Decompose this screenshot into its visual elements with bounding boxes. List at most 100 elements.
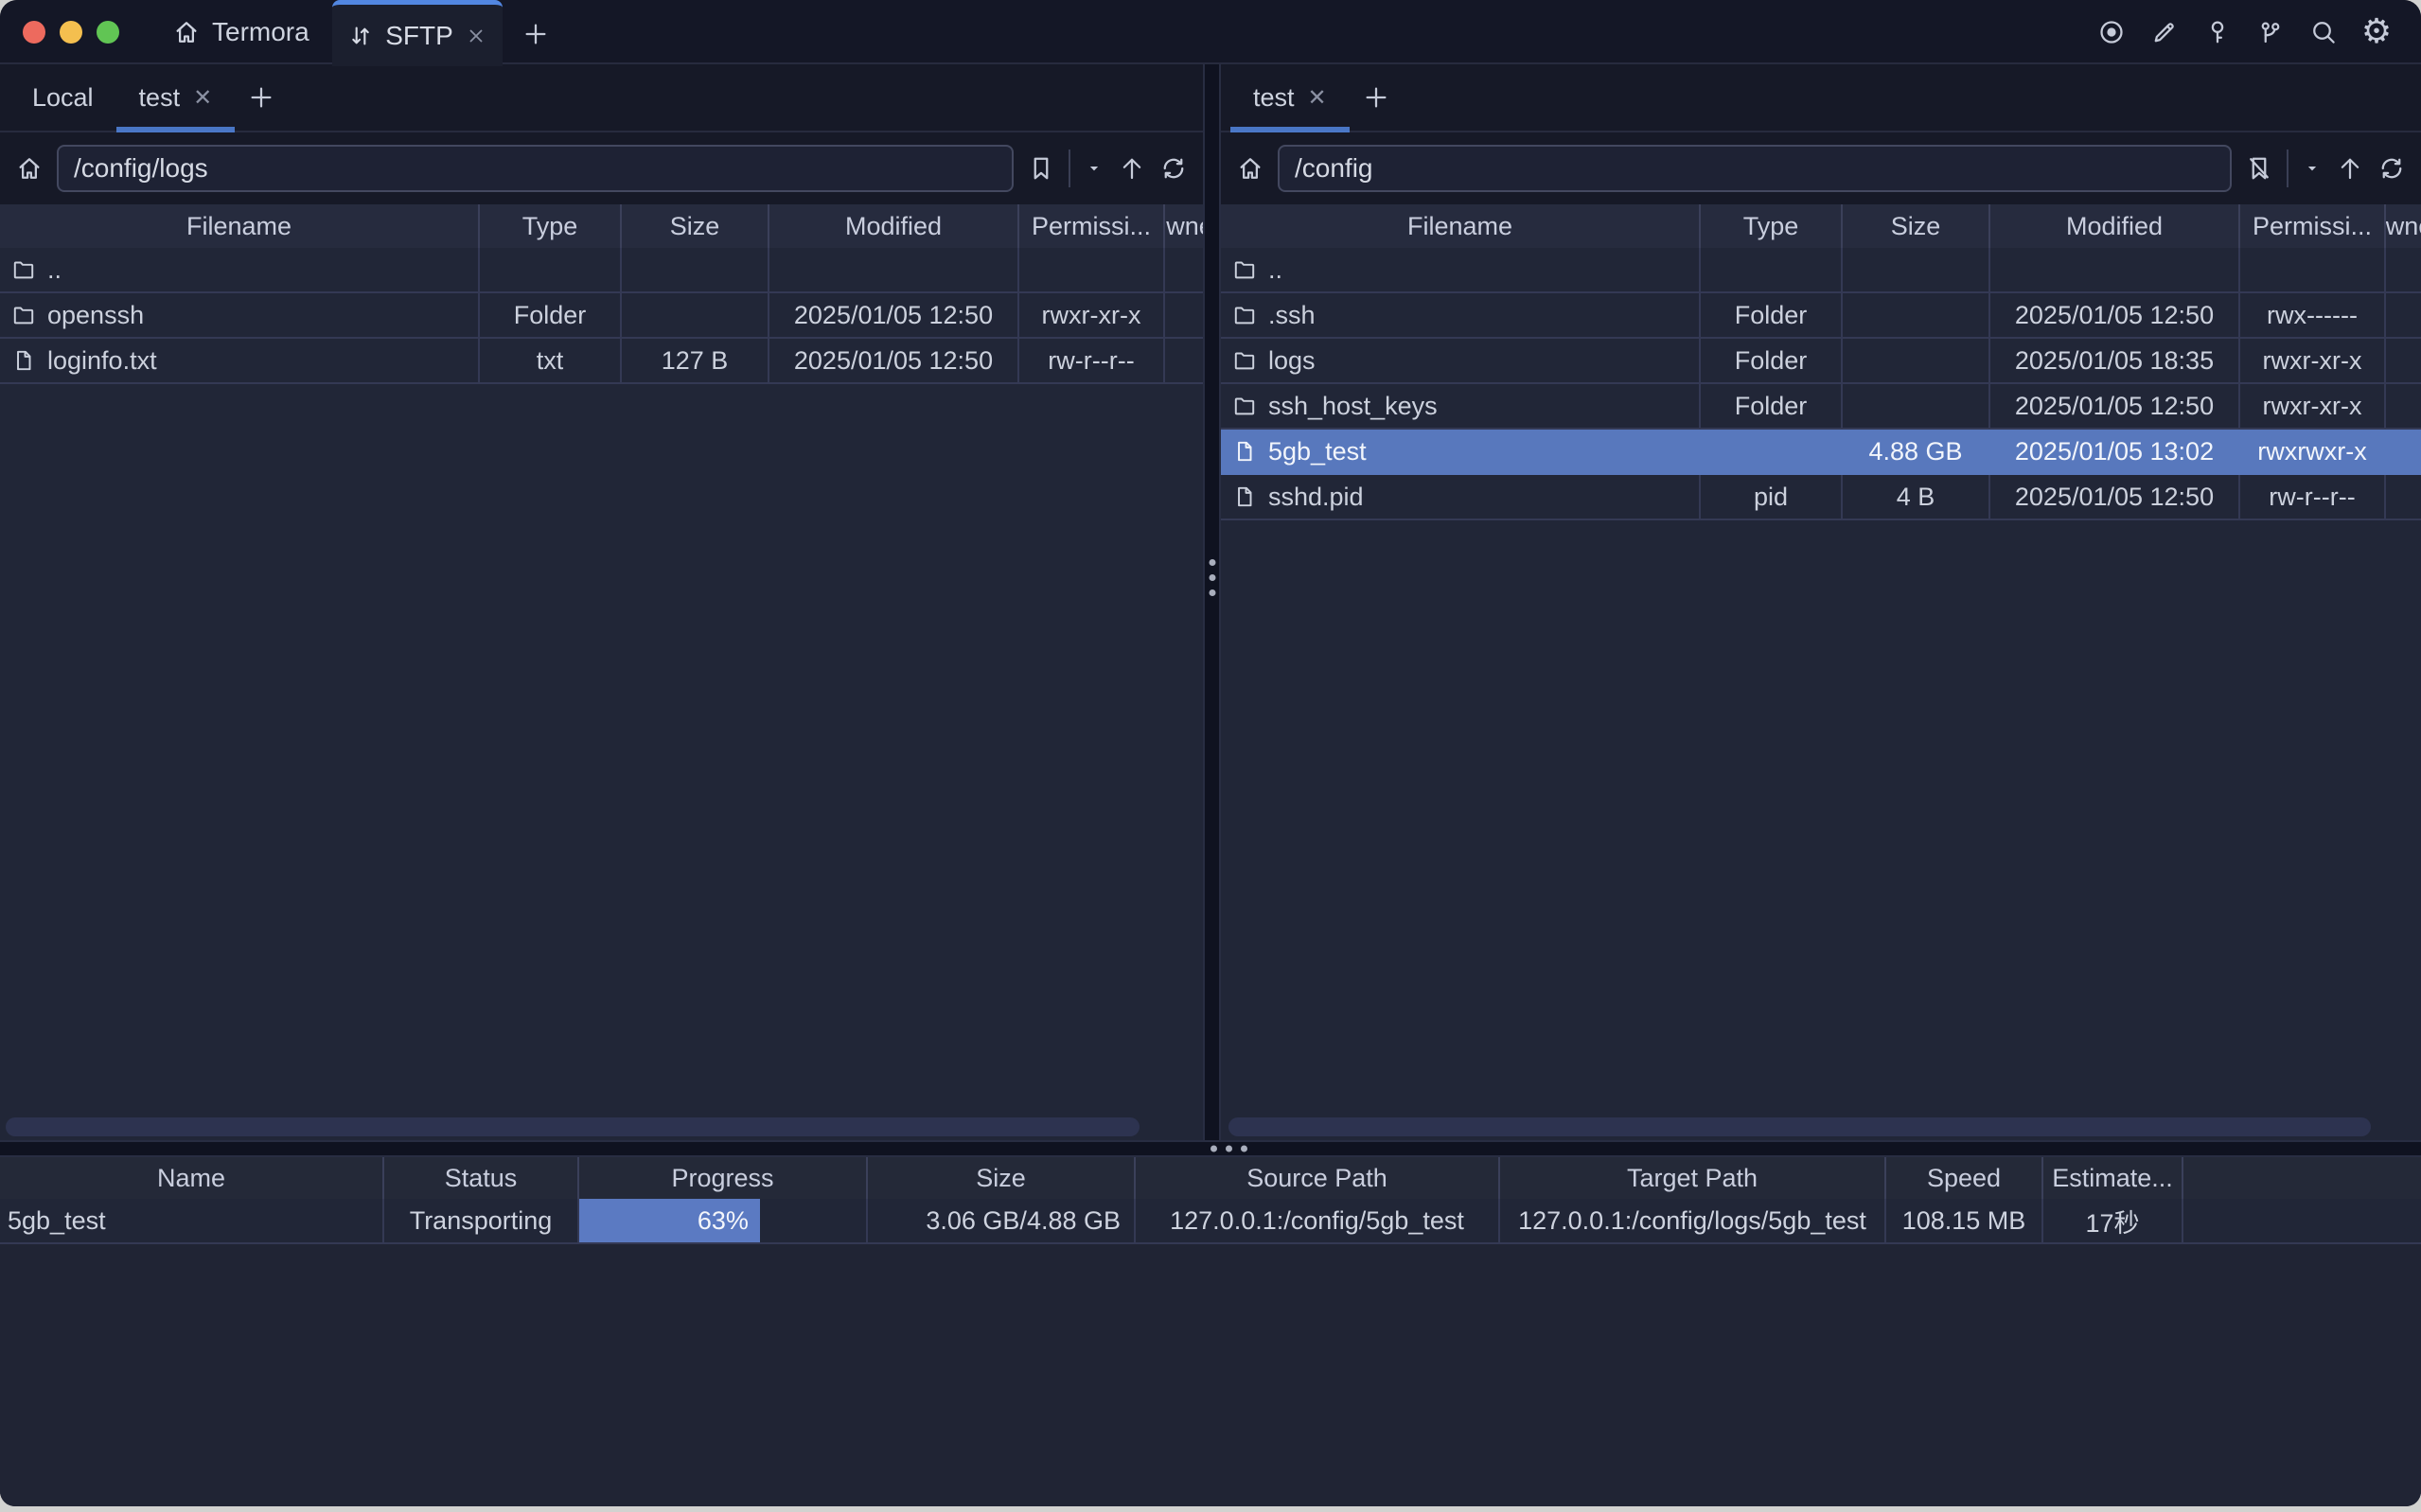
file-row-logs[interactable]: logsFolder2025/01/05 18:35rwxr-xr-x [1221,339,2421,384]
transfer-column-status[interactable]: Status [384,1157,579,1199]
record-icon[interactable] [2092,12,2131,52]
settings-icon[interactable]: ⚙ [2357,12,2396,52]
cell-filename[interactable]: logs [1221,339,1701,382]
cell-transfer-progress: 63% [579,1199,868,1242]
right-refresh-icon[interactable] [2377,154,2406,183]
cell-size: 127 B [622,339,769,382]
left-file-list: ..opensshFolder2025/01/05 12:50rwxr-xr-x… [0,248,1203,384]
file-icon [11,348,36,373]
cell-type [1701,430,1843,473]
transfer-column-speed[interactable]: Speed [1886,1157,2043,1199]
cell-type: Folder [1701,384,1843,428]
right-add-tab-button[interactable] [1350,64,1403,131]
cell-owner [1165,293,1203,337]
port-forward-icon[interactable] [2251,12,2290,52]
new-tab-button[interactable] [515,13,557,55]
right-empty-area [1221,520,2421,1114]
left-tabstrip: Local test ✕ [0,64,1203,132]
cell-modified: 2025/01/05 12:50 [1990,475,2240,519]
column-header-permissi[interactable]: Permissi... [2240,204,2386,248]
cell-filename[interactable]: loginfo.txt [0,339,480,382]
tab-sftp[interactable]: SFTP [332,0,503,66]
left-home-icon[interactable] [15,154,44,183]
file-icon [1232,439,1257,464]
left-bookmark-icon[interactable] [1027,154,1055,183]
cell-owner [2386,339,2421,382]
column-header-filename[interactable]: Filename [1221,204,1701,248]
file-row-openssh[interactable]: opensshFolder2025/01/05 12:50rwxr-xr-x [0,293,1203,339]
column-header-type[interactable]: Type [1701,204,1843,248]
cell-permissions [1019,248,1165,291]
pane-splitter-handle[interactable] [1209,559,1215,566]
cell-permissions: rwxrwxr-x [2240,430,2386,473]
transfer-column-source-path[interactable]: Source Path [1136,1157,1500,1199]
right-bookmark-caret-icon[interactable] [2302,158,2323,179]
column-header-size[interactable]: Size [622,204,769,248]
filename-label: .. [1268,255,1282,285]
transfer-column-name[interactable]: Name [0,1157,384,1199]
left-add-tab-button[interactable] [235,64,288,131]
left-tab-close-icon[interactable]: ✕ [193,84,212,112]
cell-filename[interactable]: .. [0,248,480,291]
transfer-column-estimate-[interactable]: Estimate... [2043,1157,2183,1199]
left-hscrollbar-thumb[interactable] [6,1117,1140,1136]
transfer-splitter[interactable] [0,1140,2421,1157]
left-refresh-icon[interactable] [1159,154,1188,183]
file-row-.ssh[interactable]: .sshFolder2025/01/05 12:50rwx------ [1221,293,2421,339]
cell-filename[interactable]: 5gb_test [1221,430,1701,473]
transfer-arrows-icon [347,23,374,49]
tab-close-icon[interactable] [465,25,487,47]
transfer-column-target-path[interactable]: Target Path [1500,1157,1886,1199]
cell-filename[interactable]: openssh [0,293,480,337]
column-header-modified[interactable]: Modified [769,204,1019,248]
column-header-owner[interactable]: Owner [2386,204,2421,248]
cell-filename[interactable]: .. [1221,248,1701,291]
key-icon[interactable] [2198,12,2237,52]
right-path-input[interactable] [1278,145,2232,192]
file-row-5gb_test[interactable]: 5gb_test4.88 GB2025/01/05 13:02rwxrwxr-x [1221,430,2421,475]
folder-icon [11,303,36,327]
transfer-row-5gb_test[interactable]: 5gb_testTransporting63%3.06 GB/4.88 GB12… [0,1199,2421,1244]
search-icon[interactable] [2304,12,2343,52]
file-row-sshd.pid[interactable]: sshd.pidpid4 B2025/01/05 12:50rw-r--r-- [1221,475,2421,520]
cell-filename[interactable]: .ssh [1221,293,1701,337]
cell-filename[interactable]: ssh_host_keys [1221,384,1701,428]
column-header-type[interactable]: Type [480,204,622,248]
transfer-column-size[interactable]: Size [868,1157,1136,1199]
home-tab[interactable]: Termora [172,17,309,47]
transfer-list: 5gb_testTransporting63%3.06 GB/4.88 GB12… [0,1199,2421,1244]
transfer-column-progress[interactable]: Progress [579,1157,868,1199]
left-up-directory-icon[interactable] [1118,154,1146,183]
cell-owner [1165,248,1203,291]
file-row-..[interactable]: .. [1221,248,2421,293]
cell-filename[interactable]: sshd.pid [1221,475,1701,519]
column-header-modified[interactable]: Modified [1990,204,2240,248]
file-row-..[interactable]: .. [0,248,1203,293]
right-home-icon[interactable] [1236,154,1264,183]
column-header-owner[interactable]: Owner [1165,204,1203,248]
column-header-size[interactable]: Size [1843,204,1990,248]
cell-permissions: rwxr-xr-x [2240,384,2386,428]
file-row-loginfo.txt[interactable]: loginfo.txttxt127 B2025/01/05 12:50rw-r-… [0,339,1203,384]
cell-size: 4 B [1843,475,1990,519]
right-hscrollbar-thumb[interactable] [1228,1117,2371,1136]
file-row-ssh_host_keys[interactable]: ssh_host_keysFolder2025/01/05 12:50rwxr-… [1221,384,2421,430]
cell-owner [2386,430,2421,473]
app-name: Termora [212,17,309,47]
left-bookmark-caret-icon[interactable] [1084,158,1104,179]
minimize-window-button[interactable] [60,21,82,44]
column-header-filename[interactable]: Filename [0,204,480,248]
right-bookmark-off-icon[interactable] [2245,154,2273,183]
zoom-window-button[interactable] [97,21,119,44]
left-path-input[interactable] [57,145,1014,192]
right-tab-close-icon[interactable]: ✕ [1308,84,1327,112]
column-header-permissi[interactable]: Permissi... [1019,204,1165,248]
right-tab-test[interactable]: test ✕ [1230,64,1350,131]
pane-splitter[interactable] [1203,64,1221,1140]
transfer-splitter-handle[interactable] [1210,1146,1217,1152]
right-up-directory-icon[interactable] [2336,154,2364,183]
edit-icon[interactable] [2145,12,2184,52]
left-tab-local[interactable]: Local [9,64,116,131]
left-tab-test[interactable]: test ✕ [116,64,236,131]
close-window-button[interactable] [23,21,45,44]
